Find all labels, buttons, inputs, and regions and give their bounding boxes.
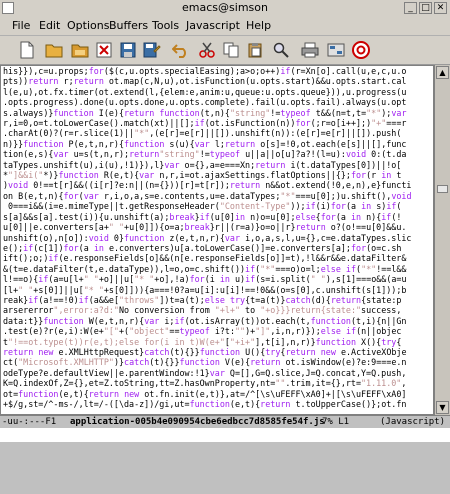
menu-edit[interactable]: Edit <box>39 19 60 32</box>
close-icon[interactable] <box>93 40 115 60</box>
scroll-thumb[interactable] <box>437 185 448 193</box>
copy-icon[interactable] <box>220 40 242 60</box>
code-line[interactable]: )void 0!==t[r]&&((i[r]?e:n||(n={}))[r]=t… <box>3 180 433 190</box>
menu-tools[interactable]: Tools <box>152 19 179 32</box>
menu-javascript[interactable]: Javascript <box>186 19 240 32</box>
code-line[interactable]: [l+" "+s[0]]||u["* "+s[0]])){a===!0?a=u[… <box>3 285 433 295</box>
code-line[interactable]: r,i=0,o=t.toLowerCase().match(xt)||[];if… <box>3 118 433 128</box>
menu-file[interactable]: File <box>12 19 30 32</box>
code-line[interactable]: arsererror",error:a?d:"No conversion fro… <box>3 305 433 315</box>
undo-icon[interactable] <box>170 40 192 60</box>
vertical-scrollbar[interactable]: ▲ ▼ <box>434 65 450 415</box>
help-icon[interactable] <box>350 40 372 60</box>
code-line[interactable]: e();if(c[1])for(a in e.converters)u[a.to… <box>3 243 433 253</box>
code-line[interactable]: pts))return r;return ot.map(c,N,u),ot.is… <box>3 76 433 86</box>
code-line[interactable]: &(t=e.dataFilter(t,e.dataType)),l=o,o=c.… <box>3 264 433 274</box>
save-icon[interactable] <box>117 40 139 60</box>
code-line[interactable]: l!==o){if(a=u[l+" "+o]||u["* "+o],!a)for… <box>3 274 433 284</box>
code-line[interactable]: .opts.progress).done(u.opts.done,u.opts.… <box>3 97 433 107</box>
maximize-button[interactable]: □ <box>419 2 432 14</box>
mode-line: -uu-:---F1 application-005b4e090954cbe6e… <box>0 415 450 429</box>
code-line[interactable]: u[0]||e.converters[a+" "+u[0]]){o=a;brea… <box>3 222 433 232</box>
minibuffer[interactable] <box>0 428 450 442</box>
new-file-icon[interactable] <box>16 40 38 60</box>
code-line[interactable]: .charAt(0)?(r=r.slice(1)||"*",(e[r]=e[r]… <box>3 128 433 138</box>
scroll-up-arrow[interactable]: ▲ <box>436 66 449 79</box>
save-as-icon[interactable] <box>141 40 163 60</box>
code-line[interactable]: odeType?e.defaultView||e.parentWindow:!1… <box>3 368 433 378</box>
code-line[interactable]: ift();o;)if(e.responseFields[o]&&(n[e.re… <box>3 253 433 263</box>
menu-buffers[interactable]: Buffers <box>109 19 148 32</box>
close-button[interactable]: ✕ <box>434 2 447 14</box>
code-line[interactable]: reak}if(a!==!0)if(a&&e["throws"])t=a(t);… <box>3 295 433 305</box>
cut-icon[interactable] <box>196 40 218 60</box>
open-dir-icon[interactable] <box>69 40 91 60</box>
code-line[interactable]: ot=function(e,t){return new ot.fn.init(e… <box>3 389 433 399</box>
code-line[interactable]: l(e,u),ot.fx.timer(ot.extend(l,{elem:e,a… <box>3 87 433 97</box>
toolbar <box>0 36 450 65</box>
code-line[interactable]: n)}}function P(e,t,n,r){function s(u){va… <box>3 139 433 149</box>
code-line[interactable]: K=Q.indexOf,Z={},et=Z.toString,tt=Z.hasO… <box>3 378 433 388</box>
code-line[interactable]: 0===i&&(i=e.mimeType||t.getResponseHeade… <box>3 201 433 211</box>
search-icon[interactable] <box>270 40 292 60</box>
code-line[interactable]: data:t}}function W(e,t,n,r){var i;if(ot.… <box>3 316 433 326</box>
code-line[interactable]: taTypes.unshift(u),i(u),!1)}),l}var o={}… <box>3 160 433 170</box>
print-icon[interactable] <box>299 40 321 60</box>
preferences-icon[interactable] <box>325 40 347 60</box>
code-line[interactable]: unshift(o),n[o]):void 0}function z(e,t,n… <box>3 233 433 243</box>
code-line[interactable]: ct("Microsoft.XMLHTTP")}catch(t){}}funct… <box>3 357 433 367</box>
menu-bar: File Edit Options Buffers Tools Javascri… <box>0 17 450 36</box>
menu-help[interactable]: Help <box>246 19 271 32</box>
code-text[interactable]: his}}),c=u.props;for($(c,u.opts.specialE… <box>1 66 433 409</box>
editor-buffer[interactable]: his}}),c=u.props;for($(c,u.opts.specialE… <box>0 65 434 415</box>
code-line[interactable]: t"!==ot.type(t))r(e,t);else for(i in t)W… <box>3 337 433 347</box>
code-line[interactable]: +$/g,st=/^-ms-/,lt=/-([\da-z])/gi,ut=fun… <box>3 399 433 409</box>
code-line[interactable]: s[a]&&s[a].test(i)){u.unshift(a);break}i… <box>3 212 433 222</box>
scroll-down-arrow[interactable]: ▼ <box>436 401 449 414</box>
open-folder-icon[interactable] <box>43 40 65 60</box>
window-title: emacs@simson <box>182 1 268 14</box>
paste-icon[interactable] <box>244 40 266 60</box>
title-bar: emacs@simson _ □ ✕ <box>0 0 450 18</box>
code-line[interactable]: his}}),c=u.props;for($(c,u.opts.specialE… <box>3 66 433 76</box>
code-line[interactable]: .test(e)?r(e,i):W(e+"["+("object"==typeo… <box>3 326 433 336</box>
code-line[interactable]: s.always)}function I(e){return function(… <box>3 108 433 118</box>
code-line[interactable]: *"]&&i("*)}function R(e,t){var n,r,i=ot.… <box>3 170 433 180</box>
code-line[interactable]: tion(e,s){var u=s(t,n,r);return"string"!… <box>3 149 433 159</box>
code-line[interactable]: return new e.XMLHttpRequest}catch(t){}}f… <box>3 347 433 357</box>
code-line[interactable]: on B(e,t,n){for(var r,i,o,a,s=e.contents… <box>3 191 433 201</box>
emacs-window: emacs@simson _ □ ✕ File Edit Options Buf… <box>0 0 450 442</box>
menu-options[interactable]: Options <box>67 19 109 32</box>
minimize-button[interactable]: _ <box>404 2 417 14</box>
